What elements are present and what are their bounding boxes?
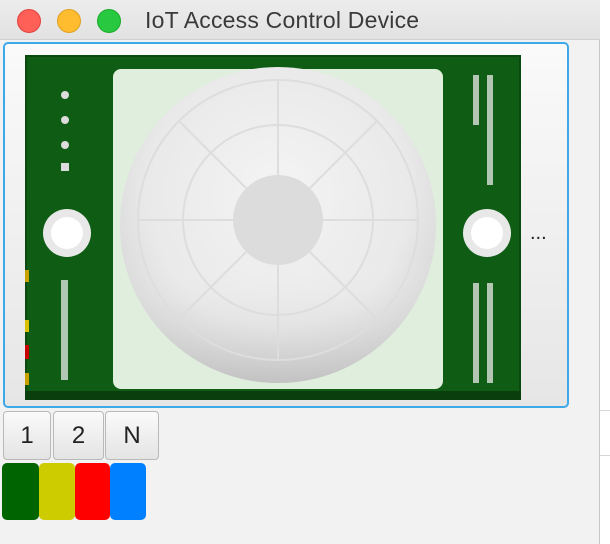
title-bar[interactable]: IoT Access Control Device <box>0 0 600 40</box>
background-divider <box>600 410 610 411</box>
yellow-swatch[interactable] <box>39 463 75 520</box>
zoom-window-button[interactable] <box>97 9 121 33</box>
blue-swatch[interactable] <box>110 463 146 520</box>
pir-sensor-image <box>25 55 521 400</box>
window-title: IoT Access Control Device <box>145 7 420 33</box>
scope-n-button[interactable]: N <box>105 411 159 460</box>
scope-1-button[interactable]: 1 <box>3 411 51 460</box>
minimize-window-button[interactable] <box>57 9 81 33</box>
background-app-edge <box>600 0 610 544</box>
close-window-button[interactable] <box>17 9 41 33</box>
red-swatch[interactable] <box>75 463 110 520</box>
scope-2-button[interactable]: 2 <box>53 411 104 460</box>
green-swatch[interactable] <box>2 463 39 520</box>
more-button[interactable]: ... <box>530 222 547 245</box>
device-image-button[interactable]: ... <box>3 42 569 408</box>
background-divider <box>600 455 610 456</box>
app-window: IoT Access Control Device ... 1 2 N <box>0 0 600 544</box>
